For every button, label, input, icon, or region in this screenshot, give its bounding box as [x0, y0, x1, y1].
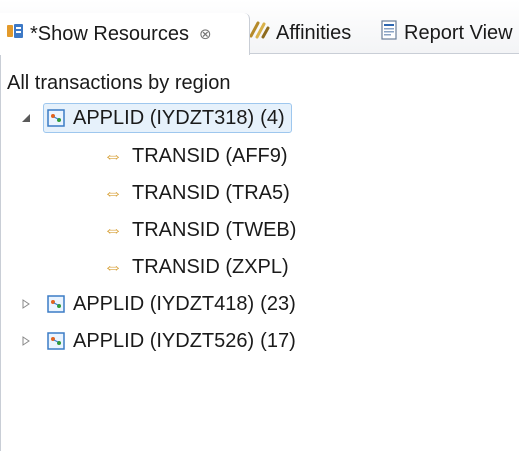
show-resources-window: *Show Resources ⊗ Affinities Report View…	[0, 0, 519, 451]
panel-title: All transactions by region	[7, 72, 231, 94]
expand-arrow-icon[interactable]	[19, 334, 33, 348]
transaction-icon: ⇔	[103, 218, 123, 241]
tree-node-region[interactable]: APPLID (IYDZT526) (17)	[19, 324, 303, 358]
tree-node-label: APPLID (IYDZT526)	[73, 329, 255, 352]
tab-show-resources[interactable]: *Show Resources ⊗	[0, 13, 250, 55]
tab-affinities[interactable]: Affinities	[248, 13, 351, 53]
tree-node-transaction[interactable]: ⇔ TRANSID (ZXPL)	[102, 250, 289, 284]
region-icon	[47, 332, 65, 350]
close-tab-button[interactable]: ⊗	[199, 25, 212, 43]
tree-node-label: TRANSID (TWEB)	[132, 218, 297, 241]
tree-node-label: APPLID (IYDZT318)	[73, 106, 255, 129]
tab-label: *Show Resources	[30, 22, 189, 45]
tree-node-transaction[interactable]: ⇔ TRANSID (AFF9)	[102, 139, 288, 173]
show-resources-panel: All transactions by region APPLID (IYDZT…	[0, 54, 519, 451]
tree-node-count: (17)	[260, 329, 296, 352]
report-view-icon	[380, 20, 398, 46]
tab-report-view[interactable]: Report View	[380, 13, 513, 53]
show-resources-icon	[6, 22, 24, 46]
tree-node-body[interactable]: APPLID (IYDZT318) (4)	[43, 103, 292, 133]
region-icon	[47, 109, 65, 127]
tree-node-region[interactable]: APPLID (IYDZT318) (4)	[19, 101, 292, 135]
tree-node-count: (23)	[260, 292, 296, 315]
transaction-icon: ⇔	[103, 181, 123, 204]
tree-node-body[interactable]: APPLID (IYDZT418) (23)	[43, 289, 303, 319]
tree-node-transaction[interactable]: ⇔ TRANSID (TRA5)	[102, 176, 290, 210]
tree-node-label: TRANSID (TRA5)	[132, 181, 290, 204]
expand-arrow-icon[interactable]	[19, 297, 33, 311]
tree-node-region[interactable]: APPLID (IYDZT418) (23)	[19, 287, 303, 321]
view-tab-strip: *Show Resources ⊗ Affinities Report View	[0, 0, 519, 55]
tree-node-label: APPLID (IYDZT418)	[73, 292, 255, 315]
tab-label: Affinities	[276, 21, 352, 44]
tab-label: Report View	[404, 21, 513, 44]
tree-node-body[interactable]: APPLID (IYDZT526) (17)	[43, 326, 303, 356]
affinities-icon	[248, 20, 270, 46]
tree-node-label: TRANSID (AFF9)	[132, 144, 288, 167]
transaction-icon: ⇔	[103, 144, 123, 167]
region-icon	[47, 295, 65, 313]
tree-node-transaction[interactable]: ⇔ TRANSID (TWEB)	[102, 213, 296, 247]
transaction-icon: ⇔	[103, 255, 123, 278]
tree-node-count: (4)	[260, 106, 285, 129]
collapse-arrow-icon[interactable]	[19, 111, 33, 125]
tree-node-label: TRANSID (ZXPL)	[132, 255, 289, 278]
